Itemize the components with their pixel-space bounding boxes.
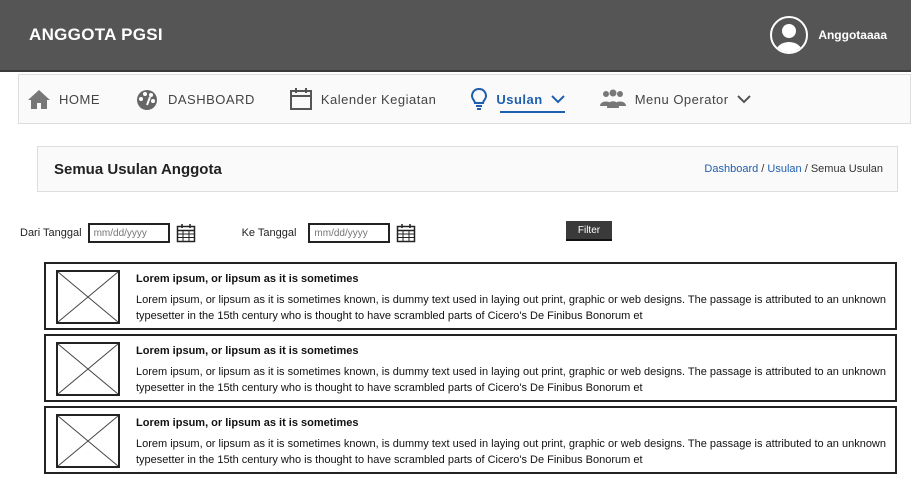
users-icon (599, 89, 626, 108)
list-item[interactable]: Lorem ipsum, or lipsum as it is sometime… (44, 406, 897, 474)
image-placeholder-icon (56, 414, 120, 468)
home-icon (28, 90, 50, 109)
calendar-icon[interactable] (176, 223, 196, 243)
nav-item-kalender[interactable]: Kalender Kegiatan (289, 75, 436, 123)
dashboard-icon (137, 90, 157, 110)
app-title: ANGGOTA PGSI (29, 25, 163, 44)
nav-item-menu-operator[interactable]: Menu Operator (599, 75, 751, 123)
image-placeholder-icon (56, 270, 120, 324)
lightbulb-icon (471, 87, 488, 110)
nav-item-usulan[interactable]: Usulan (470, 75, 566, 123)
date-filter: Dari Tanggal Ke Tanggal Filter (20, 219, 900, 247)
top-bar: ANGGOTA PGSI Anggotaaaa (0, 0, 911, 72)
calendar-icon (289, 88, 312, 110)
item-text: Lorem ipsum, or lipsum as it is sometime… (136, 438, 886, 466)
item-text: Lorem ipsum, or lipsum as it is sometime… (136, 294, 886, 322)
item-title: Lorem ipsum, or lipsum as it is sometime… (136, 273, 359, 285)
to-date-label: Ke Tanggal (241, 227, 297, 239)
nav-label-usulan: Usulan (496, 91, 543, 107)
page-header: Semua Usulan Anggota Dashboard / Usulan … (37, 146, 898, 192)
nav-label-dashboard: DASHBOARD (168, 91, 255, 107)
list-item[interactable]: Lorem ipsum, or lipsum as it is sometime… (44, 334, 897, 402)
item-text: Lorem ipsum, or lipsum as it is sometime… (136, 366, 886, 394)
item-title: Lorem ipsum, or lipsum as it is sometime… (136, 345, 359, 357)
image-placeholder-icon (56, 342, 120, 396)
main-nav: HOME DASHBOARD Kalender Kegiatan Usulan (18, 74, 911, 124)
chevron-down-icon (736, 95, 751, 104)
nav-label-home: HOME (59, 91, 100, 107)
from-date-label: Dari Tanggal (20, 227, 82, 239)
avatar-icon[interactable] (770, 16, 809, 54)
nav-item-home[interactable]: HOME (27, 75, 100, 123)
nav-label-menu-operator: Menu Operator (634, 91, 729, 107)
from-date-input[interactable] (87, 223, 170, 243)
to-date-input[interactable] (308, 223, 391, 243)
breadcrumb-current: Semua Usulan (810, 163, 883, 175)
breadcrumb-separator: / (801, 163, 811, 175)
breadcrumb: Dashboard / Usulan / Semua Usulan (704, 163, 883, 175)
nav-item-dashboard[interactable]: DASHBOARD (134, 75, 255, 123)
filter-button[interactable]: Filter (566, 221, 612, 241)
calendar-icon[interactable] (396, 223, 416, 243)
user-name[interactable]: Anggotaaaa (818, 28, 887, 42)
breadcrumb-usulan-link[interactable]: Usulan (767, 163, 801, 175)
usulan-list: Lorem ipsum, or lipsum as it is sometime… (44, 262, 897, 478)
page-title: Semua Usulan Anggota (54, 160, 222, 178)
list-item[interactable]: Lorem ipsum, or lipsum as it is sometime… (44, 262, 897, 330)
breadcrumb-dashboard-link[interactable]: Dashboard (704, 163, 758, 175)
nav-label-kalender: Kalender Kegiatan (320, 91, 437, 107)
user-menu[interactable]: Anggotaaaa (770, 16, 887, 54)
item-title: Lorem ipsum, or lipsum as it is sometime… (136, 417, 359, 429)
chevron-down-icon (550, 95, 565, 104)
